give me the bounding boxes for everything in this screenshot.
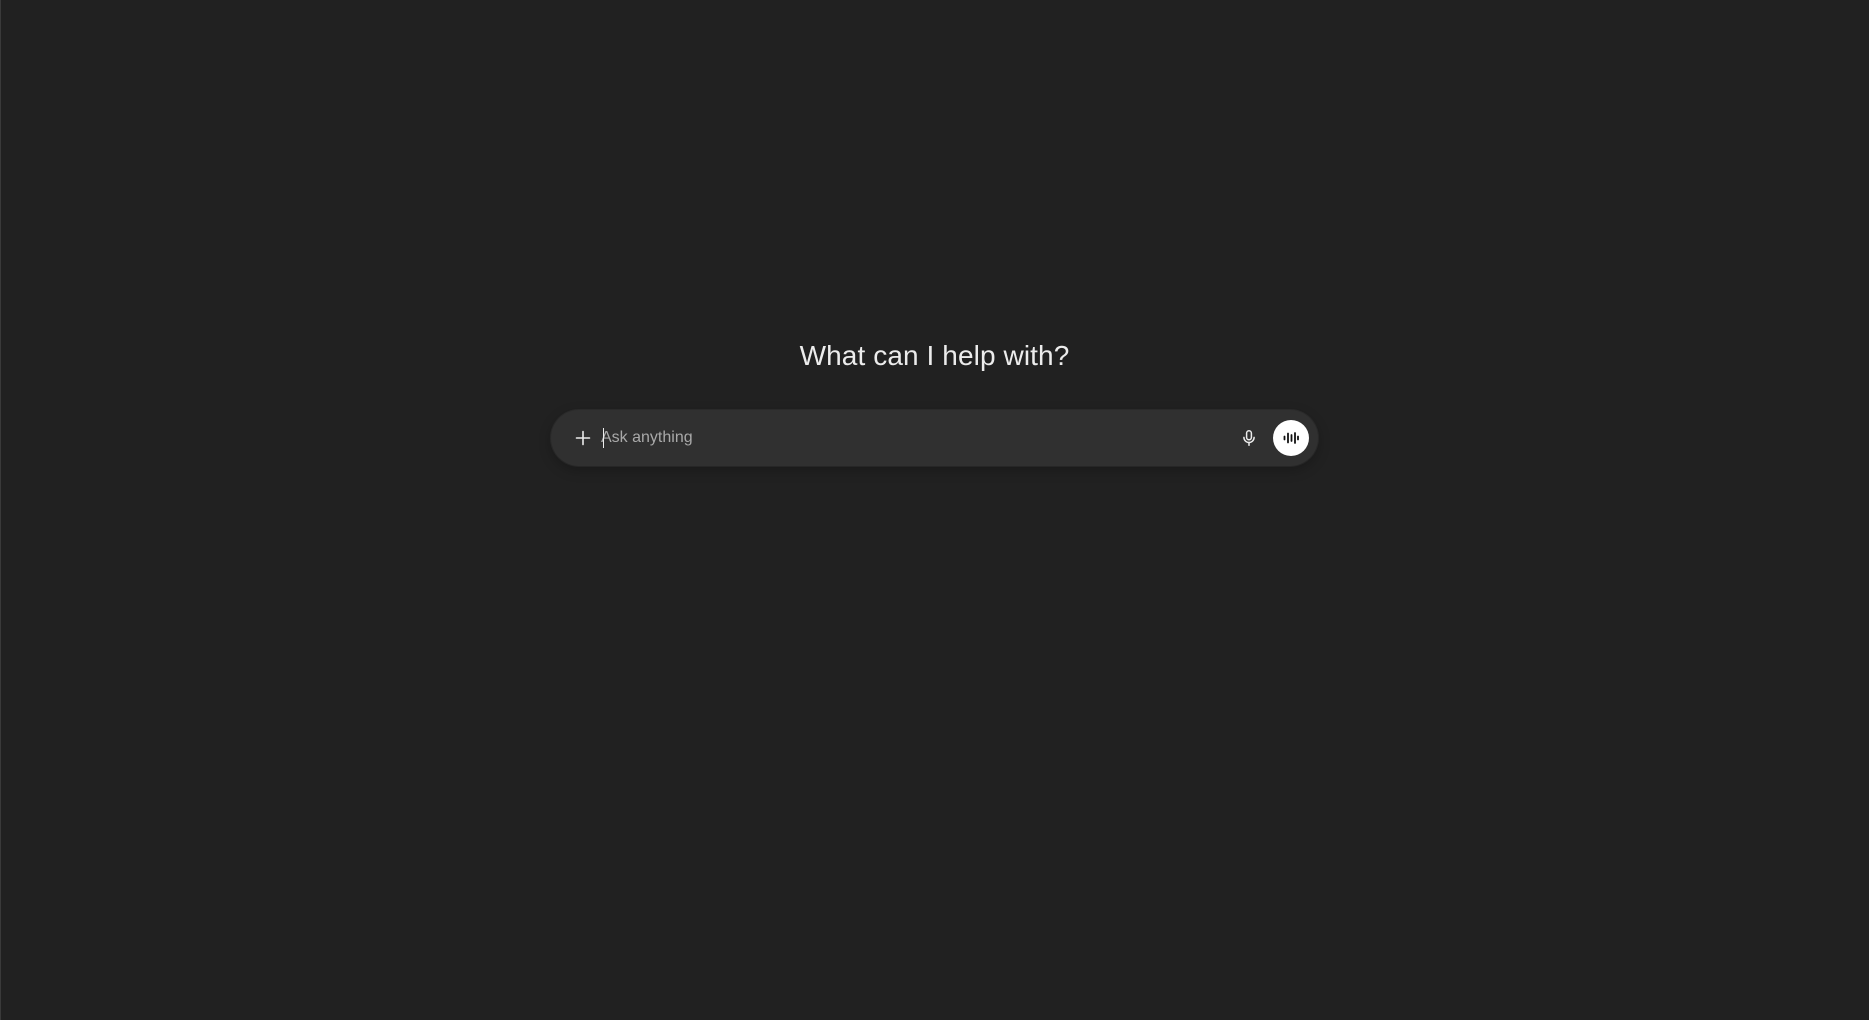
voice-mode-button[interactable]	[1273, 420, 1309, 456]
page-title: What can I help with?	[799, 340, 1070, 371]
dictate-button[interactable]	[1231, 420, 1267, 456]
add-attachment-button[interactable]	[565, 420, 601, 456]
voice-waveform-icon	[1282, 429, 1300, 447]
prompt-composer[interactable]	[551, 410, 1318, 466]
plus-icon	[574, 429, 592, 447]
prompt-input[interactable]	[601, 420, 1231, 456]
chat-page: What can I help with?	[0, 0, 1869, 1020]
main-content: What can I help with?	[0, 0, 1869, 1020]
text-caret	[603, 428, 604, 448]
microphone-icon	[1240, 429, 1258, 447]
